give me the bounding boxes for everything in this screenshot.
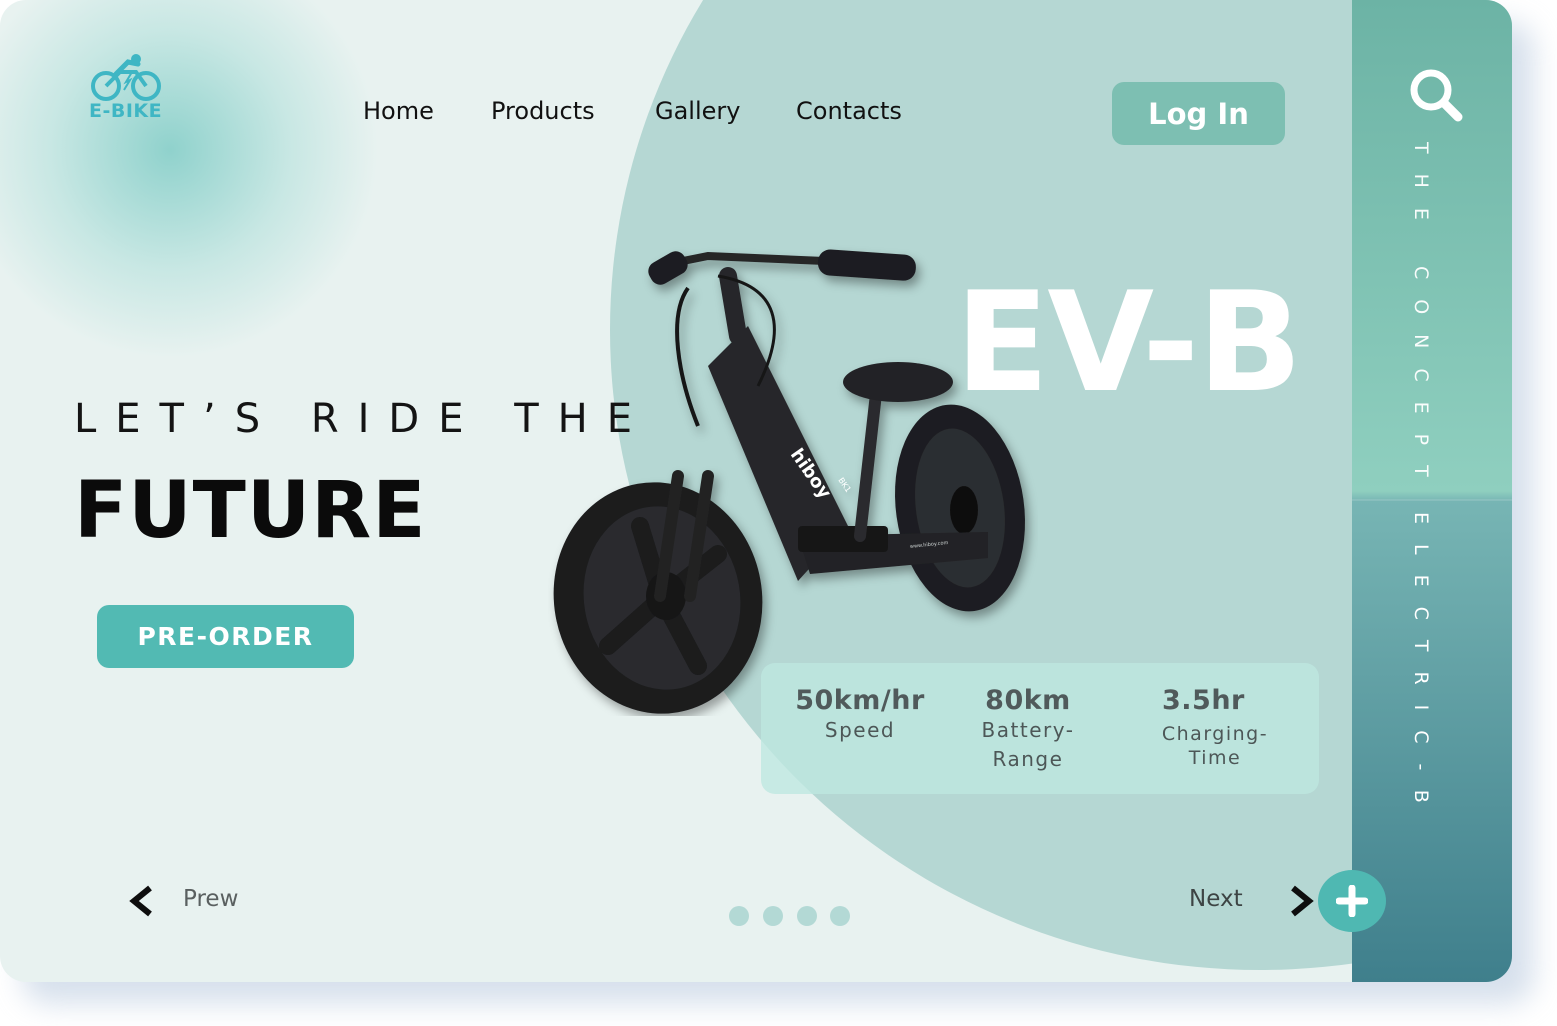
landing-card: E-BIKE Home Products Gallery Contacts Lo… bbox=[0, 0, 1512, 982]
spec-charging-value: 3.5hr bbox=[1162, 685, 1245, 716]
login-button[interactable]: Log In bbox=[1112, 82, 1285, 145]
spec-battery-value: 80km bbox=[985, 685, 1071, 716]
sidebar-divider bbox=[1352, 499, 1512, 501]
nav-gallery[interactable]: Gallery bbox=[655, 97, 740, 125]
spec-battery-label: Battery-Range bbox=[981, 718, 1075, 771]
plus-icon bbox=[1336, 885, 1368, 917]
sidebar-tagline-bottom: ELECTRIC-B bbox=[1410, 512, 1432, 823]
balance-bike-image: hiboy BK1 www.hiboy.com bbox=[553, 249, 1026, 714]
next-button[interactable]: Next bbox=[1189, 886, 1243, 912]
search-icon[interactable] bbox=[1408, 68, 1464, 124]
spec-charging-label: Charging-Time bbox=[1161, 723, 1269, 769]
svg-text:BK1: BK1 bbox=[836, 476, 852, 494]
nav-contacts[interactable]: Contacts bbox=[796, 97, 902, 125]
spec-battery: 80km Battery-Range bbox=[967, 685, 1089, 774]
nav-home[interactable]: Home bbox=[363, 97, 434, 125]
chevron-right-icon[interactable] bbox=[1287, 885, 1315, 917]
background-glow bbox=[0, 0, 380, 360]
pre-order-button[interactable]: PRE-ORDER bbox=[97, 605, 354, 668]
hero-title: FUTURE bbox=[74, 466, 427, 556]
prev-button[interactable]: Prew bbox=[183, 886, 238, 912]
spec-charging: 3.5hr Charging-Time bbox=[1153, 685, 1277, 770]
nav-products[interactable]: Products bbox=[491, 97, 595, 125]
slide-dot[interactable] bbox=[797, 906, 817, 926]
spec-speed-value: 50km/hr bbox=[795, 685, 925, 716]
specs-panel: 50km/hr Speed 80km Battery-Range 3.5hr C… bbox=[761, 663, 1319, 794]
slide-dot[interactable] bbox=[763, 906, 783, 926]
sidebar: THE CONCEPT ELECTRIC-B bbox=[1352, 0, 1512, 982]
add-button[interactable] bbox=[1318, 870, 1386, 932]
spec-speed: 50km/hr Speed bbox=[795, 685, 925, 745]
logo-text[interactable]: E-BIKE bbox=[89, 100, 162, 122]
sidebar-tagline-top: THE CONCEPT bbox=[1410, 142, 1432, 497]
slide-dot[interactable] bbox=[830, 906, 850, 926]
spec-speed-label: Speed bbox=[824, 718, 896, 742]
slide-dot[interactable] bbox=[729, 906, 749, 926]
chevron-left-icon[interactable] bbox=[128, 885, 156, 917]
